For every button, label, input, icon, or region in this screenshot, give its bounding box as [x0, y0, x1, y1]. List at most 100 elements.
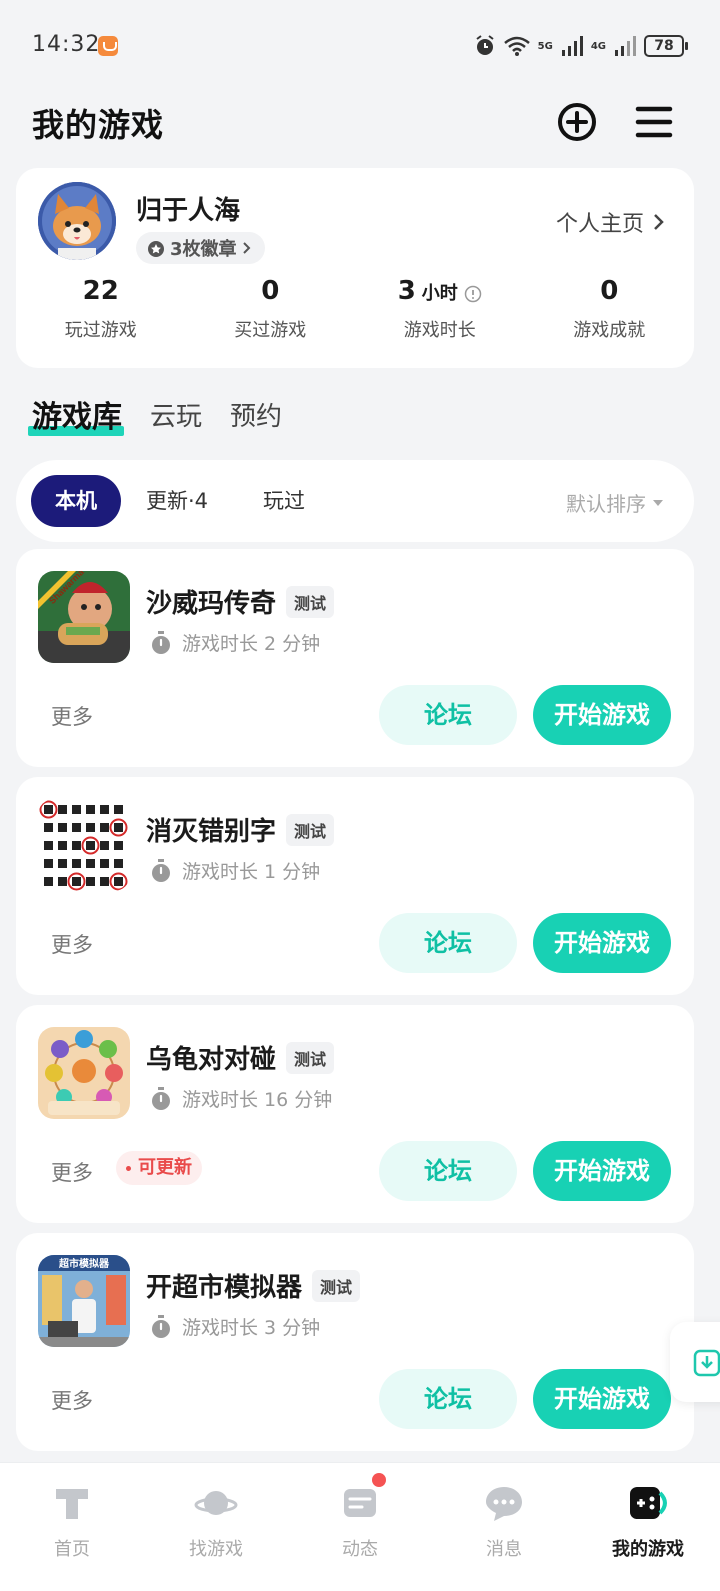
playtime-label: 游戏时长 16 分钟 [182, 1089, 333, 1111]
stopwatch-icon [152, 1086, 170, 1110]
playtime-row: 游戏时长 3 分钟 [150, 1313, 320, 1340]
battery-indicator: 78 [644, 35, 688, 57]
game-title-row: 沙威玛传奇 测试 [146, 583, 335, 620]
stat-value: 0 [600, 276, 619, 306]
profile-card: 归于人海 3枚徽章 个人主页 22 玩过游戏 0 买过游戏 3 小时 游戏时长 … [16, 168, 694, 368]
game-title-row: 开超市模拟器 测试 [146, 1267, 361, 1304]
playtime-row: 游戏时长 2 分钟 [150, 629, 320, 656]
status-icons: 5G 4G 78 [474, 32, 688, 60]
test-tag: 测试 [286, 813, 335, 846]
supermarket-logo-text: 超市模拟器 [58, 1257, 110, 1270]
stat-label: 买过游戏 [234, 320, 307, 341]
game-title[interactable]: 沙威玛传奇 [146, 583, 276, 620]
game-icon-typo[interactable] [38, 799, 130, 891]
start-game-button[interactable]: 开始游戏 [533, 1369, 671, 1429]
profile-stats: 22 玩过游戏 0 买过游戏 3 小时 游戏时长 0 游戏成就 [16, 276, 694, 342]
nav-label: 消息 [486, 1539, 522, 1560]
avatar[interactable] [38, 182, 116, 260]
game-icon-shawarma[interactable]: Shawarma [38, 571, 130, 663]
filter-played[interactable]: 玩过 [263, 475, 305, 527]
game-card: 超市模拟器 开超市模拟器 测试 游戏时长 3 分钟 更多 论坛 开始游戏 [16, 1233, 694, 1451]
test-tag: 测试 [286, 1041, 335, 1074]
nav-feed[interactable]: 动态 [288, 1463, 432, 1591]
filter-local[interactable]: 本机 [31, 475, 121, 527]
signal-icon-2 [615, 36, 636, 56]
game-icon-turtle[interactable] [38, 1027, 130, 1119]
stat-value: 3 [397, 276, 416, 306]
stat-bought[interactable]: 0 买过游戏 [186, 276, 356, 342]
net-5g-label: 5G [537, 40, 553, 52]
main-tabs: 游戏库 云玩 预约 [28, 392, 282, 436]
game-title[interactable]: 消灭错别字 [146, 811, 276, 848]
nav-find-games[interactable]: 找游戏 [144, 1463, 288, 1591]
more-button[interactable]: 更多 [51, 929, 93, 959]
chat-bubble-icon [486, 1487, 522, 1521]
plus-circle-icon [558, 103, 596, 141]
stat-played[interactable]: 22 玩过游戏 [16, 276, 186, 342]
alarm-icon [476, 35, 494, 55]
nav-my-games[interactable]: 我的游戏 [576, 1463, 720, 1591]
app-notification-icon [98, 36, 118, 56]
stopwatch-icon [152, 1314, 170, 1338]
chevron-right-icon [242, 242, 250, 254]
update-available-badge[interactable]: 可更新 [116, 1151, 202, 1185]
filter-updates[interactable]: 更新·4 [146, 475, 208, 527]
nav-home[interactable]: 首页 [0, 1463, 144, 1591]
stat-label: 游戏时长 [403, 320, 476, 341]
test-tag: 测试 [312, 1269, 361, 1302]
more-button[interactable]: 更多 [51, 1385, 93, 1415]
info-icon[interactable] [464, 285, 482, 303]
stat-label: 游戏成就 [573, 320, 646, 341]
forum-button[interactable]: 论坛 [379, 913, 517, 973]
stat-playtime[interactable]: 3 小时 游戏时长 [355, 276, 525, 342]
more-button[interactable]: 更多 [51, 1157, 93, 1187]
status-bar: 14:32 5G 4G 78 [0, 0, 720, 90]
stopwatch-icon [152, 630, 170, 654]
stat-achievements[interactable]: 0 游戏成就 [525, 276, 695, 342]
badge-count-label: 3枚徽章 [170, 239, 237, 260]
tab-reservation[interactable]: 预约 [230, 396, 282, 433]
forum-button[interactable]: 论坛 [379, 685, 517, 745]
planet-icon [194, 1491, 238, 1515]
username: 归于人海 [136, 196, 241, 226]
stat-label: 玩过游戏 [64, 320, 137, 341]
wifi-icon [503, 36, 530, 56]
tab-game-library[interactable]: 游戏库 [28, 392, 124, 436]
start-game-button[interactable]: 开始游戏 [533, 685, 671, 745]
caret-down-icon [653, 499, 663, 506]
tab-cloud-play[interactable]: 云玩 [150, 396, 202, 433]
stopwatch-icon [152, 858, 170, 882]
playtime-label: 游戏时长 1 分钟 [182, 861, 321, 883]
start-game-button[interactable]: 开始游戏 [533, 1141, 671, 1201]
badge-chip[interactable]: 3枚徽章 [136, 232, 265, 264]
game-card: Shawarma 沙威玛传奇 测试 游戏时长 2 分钟 更多 论坛 开始游戏 [16, 549, 694, 767]
start-game-button[interactable]: 开始游戏 [533, 913, 671, 973]
more-button[interactable]: 更多 [51, 701, 93, 731]
playtime-label: 游戏时长 3 分钟 [182, 1317, 321, 1339]
nav-messages[interactable]: 消息 [432, 1463, 576, 1591]
menu-button[interactable] [632, 100, 676, 144]
status-time: 14:32 [32, 32, 101, 57]
feed-card-icon [344, 1489, 376, 1517]
chevron-right-icon [654, 214, 664, 230]
supermarket-game-art: 超市模拟器 [38, 1255, 130, 1347]
game-title-row: 消灭错别字 测试 [146, 811, 335, 848]
sort-select[interactable]: 默认排序 [566, 488, 664, 517]
medal-icon [148, 241, 164, 257]
page-title: 我的游戏 [32, 106, 165, 144]
game-icon-supermarket[interactable]: 超市模拟器 [38, 1255, 130, 1347]
sort-label: 默认排序 [566, 492, 646, 516]
hamburger-menu-icon [635, 106, 673, 138]
home-t-icon [56, 1489, 88, 1519]
turtle-game-art [38, 1027, 130, 1119]
forum-button[interactable]: 论坛 [379, 1369, 517, 1429]
nav-label: 动态 [342, 1539, 378, 1560]
game-title[interactable]: 乌龟对对碰 [146, 1039, 276, 1076]
add-button[interactable] [555, 100, 599, 144]
game-title[interactable]: 开超市模拟器 [146, 1267, 302, 1304]
download-floating-button[interactable] [670, 1322, 720, 1402]
forum-button[interactable]: 论坛 [379, 1141, 517, 1201]
game-card: 乌龟对对碰 测试 游戏时长 16 分钟 更多 可更新 论坛 开始游戏 [16, 1005, 694, 1223]
notification-dot [372, 1473, 386, 1487]
homepage-link[interactable]: 个人主页 [556, 206, 666, 238]
